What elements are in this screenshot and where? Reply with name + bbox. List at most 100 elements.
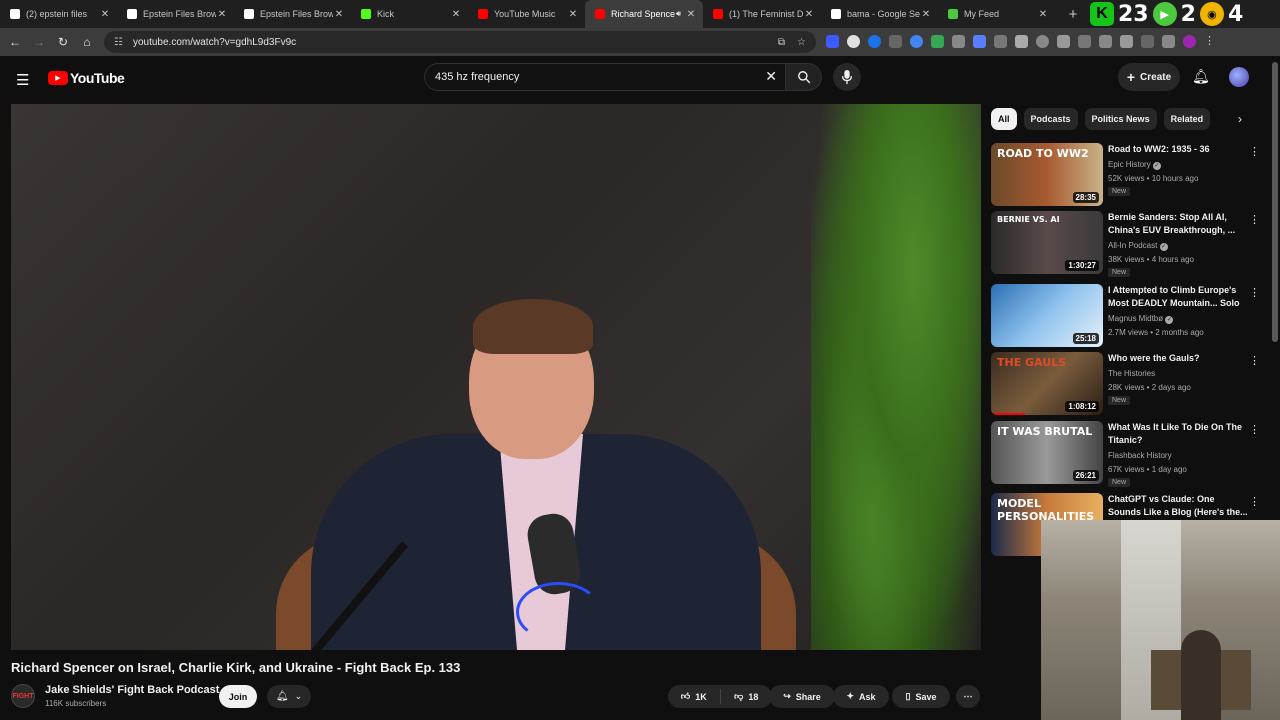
filter-chip[interactable]: Politics News	[1084, 108, 1157, 130]
channel-name[interactable]: Epic History ✓	[1108, 158, 1161, 171]
browser-tab[interactable]: Richard Spence 🔊︎ ✕	[585, 0, 703, 28]
more-vert-icon[interactable]: ⋮	[1249, 145, 1260, 158]
extension-icon[interactable]	[1057, 35, 1070, 48]
video-thumbnail[interactable]: THE GAULS 1:08:12	[991, 352, 1103, 415]
close-tab-icon[interactable]: ✕	[803, 9, 815, 20]
create-button[interactable]: + Create	[1118, 63, 1180, 91]
ask-button[interactable]: ✦ Ask	[833, 685, 889, 708]
play-extension-icon[interactable]: ▶	[1152, 2, 1177, 26]
search-button[interactable]	[786, 63, 822, 91]
chevron-right-icon[interactable]: ›	[1238, 112, 1242, 126]
extension-icon[interactable]	[1162, 35, 1175, 48]
channel-name[interactable]: Magnus Midtbø ✓	[1108, 312, 1174, 325]
browser-tab[interactable]: (1) The Feminist De ✕	[703, 0, 821, 28]
extension-icon[interactable]	[931, 35, 944, 48]
recommended-video-title[interactable]: What Was It Like To Die On The Titanic?	[1108, 421, 1248, 447]
video-thumbnail[interactable]: BERNIE VS. AI 1:30:27	[991, 211, 1103, 274]
close-tab-icon[interactable]: ✕	[333, 9, 345, 20]
browser-tab[interactable]: (2) epstein files ✕	[0, 0, 117, 28]
youtube-logo[interactable]: ▶ YouTube	[48, 70, 125, 86]
history-icon[interactable]	[1036, 35, 1049, 48]
close-tab-icon[interactable]: ✕	[920, 9, 932, 20]
search-input[interactable]: 435 hz frequency ✕	[424, 63, 786, 91]
site-info-icon[interactable]: ☷	[114, 37, 123, 48]
more-vert-icon[interactable]: ⋮	[1249, 495, 1260, 508]
channel-name[interactable]: Jake Shields' Fight Back Podcast	[45, 684, 219, 696]
new-tab-button[interactable]: +	[1062, 6, 1084, 23]
menu-icon[interactable]: ☰	[16, 71, 29, 89]
recommended-video[interactable]: ROAD TO WW2 28:35 Road to WW2: 1935 - 36 Ep…	[991, 143, 1266, 207]
page-scrollbar[interactable]	[1272, 62, 1278, 342]
channel-name[interactable]: Flashback History	[1108, 449, 1172, 462]
filter-chip[interactable]: Related	[1163, 108, 1211, 130]
save-button[interactable]: ▯ Save	[892, 685, 950, 708]
extension-icon[interactable]	[826, 35, 839, 48]
dislike-button[interactable]: 👎︎ 18	[721, 691, 773, 702]
profile-icon[interactable]	[1183, 35, 1196, 48]
sidepanel-icon[interactable]	[1099, 35, 1112, 48]
close-tab-icon[interactable]: ✕	[216, 9, 228, 20]
voice-search-button[interactable]	[833, 63, 861, 91]
browser-tab[interactable]: bama - Google Sea ✕	[821, 0, 938, 28]
browser-tab[interactable]: YouTube Music ✕	[468, 0, 585, 28]
menu-kebab-icon[interactable]: ⋮	[1204, 35, 1217, 48]
extension-icon[interactable]	[1120, 35, 1133, 48]
home-icon[interactable]: ⌂	[75, 35, 99, 49]
extension-icon[interactable]	[1141, 35, 1154, 48]
extension-icon[interactable]	[994, 35, 1007, 48]
channel-name[interactable]: All-In Podcast ✓	[1108, 239, 1168, 252]
filter-chip[interactable]: All	[991, 108, 1017, 130]
more-vert-icon[interactable]: ⋮	[1249, 354, 1260, 367]
forward-icon[interactable]: →	[27, 35, 51, 49]
video-thumbnail[interactable]: 25:18	[991, 284, 1103, 347]
recommended-video-title[interactable]: Road to WW2: 1935 - 36	[1108, 143, 1248, 156]
recommended-video[interactable]: 25:18 I Attempted to Climb Europe's Most …	[991, 284, 1266, 348]
filter-chip[interactable]: Podcasts	[1023, 108, 1078, 130]
like-button[interactable]: 👍︎ 1K	[668, 689, 721, 704]
extension-icon[interactable]	[973, 35, 986, 48]
share-button[interactable]: ↪ Share	[769, 685, 835, 708]
extension-icon[interactable]	[952, 35, 965, 48]
join-button[interactable]: Join	[219, 685, 257, 708]
clear-search-icon[interactable]: ✕	[765, 68, 777, 85]
reload-icon[interactable]: ↻	[51, 35, 75, 49]
account-avatar[interactable]	[1229, 67, 1249, 87]
close-tab-icon[interactable]: ✕	[567, 9, 579, 20]
kick-extension-icon[interactable]: K	[1090, 2, 1114, 26]
omnibox[interactable]: ☷ youtube.com/watch?v=gdhL9d3Fv9c ⧉ ☆	[104, 31, 816, 53]
extension-icon[interactable]	[910, 35, 923, 48]
extension-icon[interactable]	[847, 35, 860, 48]
video-thumbnail[interactable]: IT WAS BRUTAL 26:21	[991, 421, 1103, 484]
back-icon[interactable]: ←	[3, 35, 27, 49]
close-tab-icon[interactable]: ✕	[99, 9, 111, 20]
recommended-video-title[interactable]: Who were the Gauls?	[1108, 352, 1248, 365]
browser-tab[interactable]: Epstein Files Browse✕	[117, 0, 234, 28]
browser-tab[interactable]: Epstein Files Browse✕	[234, 0, 351, 28]
video-player[interactable]	[11, 104, 981, 650]
recommended-video-title[interactable]: Bernie Sanders: Stop All AI, China's EUV…	[1108, 211, 1248, 237]
recommended-video-title[interactable]: ChatGPT vs Claude: One Sounds Like a Blo…	[1108, 493, 1248, 519]
mask-extension-icon[interactable]: ◉	[1199, 2, 1224, 26]
extension-icon[interactable]	[889, 35, 902, 48]
browser-tab[interactable]: Kick ✕	[351, 0, 468, 28]
bookmark-star-icon[interactable]: ☆	[797, 37, 806, 48]
close-tab-icon[interactable]: ✕	[450, 9, 462, 20]
more-vert-icon[interactable]: ⋮	[1249, 423, 1260, 436]
close-tab-icon[interactable]: ✕	[685, 9, 697, 20]
channel-name[interactable]: The Histories	[1108, 367, 1155, 380]
notifications-bell-icon[interactable]: 🔔︎	[1192, 68, 1210, 85]
more-vert-icon[interactable]: ⋮	[1249, 286, 1260, 299]
install-app-icon[interactable]: ⧉	[778, 37, 785, 48]
puzzle-icon[interactable]	[1015, 35, 1028, 48]
recommended-video[interactable]: BERNIE VS. AI 1:30:27 Bernie Sanders: Stop…	[991, 211, 1266, 277]
recommended-video[interactable]: THE GAULS 1:08:12 Who were the Gauls? The H…	[991, 352, 1266, 416]
extension-icon[interactable]	[868, 35, 881, 48]
devtools-icon[interactable]	[1078, 35, 1091, 48]
close-tab-icon[interactable]: ✕	[1037, 9, 1049, 20]
subscribed-notification-button[interactable]: 🔔︎ ⌄	[267, 685, 311, 708]
more-actions-button[interactable]: ⋯	[956, 685, 980, 708]
recommended-video[interactable]: IT WAS BRUTAL 26:21 What Was It Like To Di…	[991, 421, 1266, 487]
video-thumbnail[interactable]: ROAD TO WW2 28:35	[991, 143, 1103, 206]
speaker-icon[interactable]: 🔊︎	[676, 9, 681, 19]
more-vert-icon[interactable]: ⋮	[1249, 213, 1260, 226]
